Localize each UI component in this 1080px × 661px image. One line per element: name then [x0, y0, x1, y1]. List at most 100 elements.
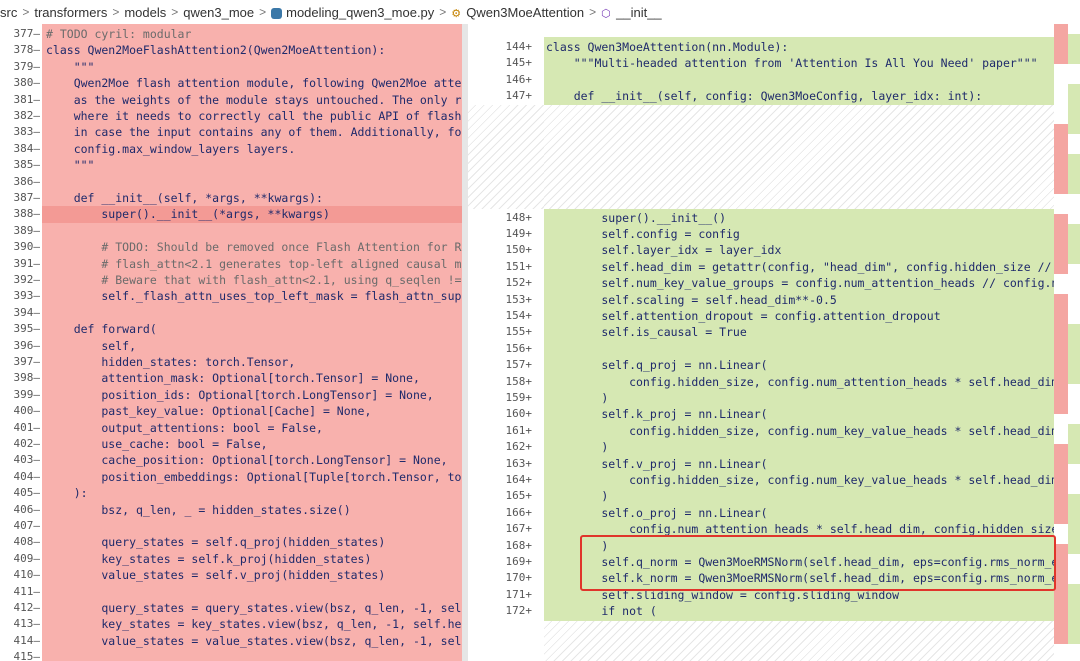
code-line[interactable]: config.max_window_layers layers.	[46, 141, 296, 157]
code-line[interactable]: as the weights of the module stays untou…	[46, 92, 462, 108]
class-icon: ⚙	[451, 7, 462, 20]
overview-ruler[interactable]	[1054, 24, 1080, 661]
code-line[interactable]: if not (	[546, 603, 656, 619]
code-line[interactable]: super().__init__(*args, **kwargs)	[46, 206, 330, 222]
line-number: 407—	[13, 519, 41, 532]
code-line[interactable]: self.k_proj = nn.Linear(	[546, 406, 767, 422]
line-number: 385—	[13, 158, 41, 172]
code-line[interactable]: def forward(	[46, 321, 157, 337]
code-line[interactable]: def __init__(self, *args, **kwargs):	[46, 190, 323, 206]
line-number: 398—	[13, 371, 41, 385]
code-line[interactable]: query_states = self.q_proj(hidden_states…	[46, 534, 385, 550]
line-number: 386—	[13, 174, 41, 188]
line-number: 391—	[13, 256, 41, 270]
code-line[interactable]: hidden_states: torch.Tensor,	[46, 354, 295, 370]
code-line[interactable]: # TODO: Should be removed once Flash Att…	[46, 239, 462, 255]
line-number: 388—	[13, 207, 41, 221]
code-line[interactable]: where it needs to correctly call the pub…	[46, 108, 462, 124]
python-file-icon	[271, 7, 283, 19]
code-line[interactable]: config.hidden_size, config.num_key_value…	[546, 423, 1054, 439]
breadcrumb-separator: >	[22, 5, 30, 19]
line-number: 163+	[505, 456, 533, 470]
code-line[interactable]: use_cache: bool = False,	[46, 436, 267, 452]
code-line[interactable]: key_states = key_states.view(bsz, q_len,…	[46, 616, 462, 632]
breadcrumb-separator: >	[439, 5, 447, 19]
code-line[interactable]: )	[546, 439, 608, 455]
breadcrumb-item-method[interactable]: __init__	[616, 5, 662, 20]
code-line[interactable]: value_states = value_states.view(bsz, q_…	[46, 633, 462, 649]
code-line[interactable]: # TODO cyril: modular	[46, 26, 191, 42]
diff-filler-region	[544, 104, 1054, 209]
breadcrumb-separator: >	[112, 5, 120, 19]
breadcrumb-item-file[interactable]: modeling_qwen3_moe.py	[286, 5, 434, 20]
code-line[interactable]: self.config = config	[546, 226, 740, 242]
breadcrumb-item-transformers[interactable]: transformers	[34, 5, 107, 20]
line-number: 404—	[13, 469, 41, 483]
code-line[interactable]: config.hidden_size, config.num_attention…	[546, 374, 1054, 390]
line-number: 389—	[13, 223, 41, 237]
code-line[interactable]: self.v_proj = nn.Linear(	[546, 456, 767, 472]
code-line[interactable]: class Qwen2MoeFlashAttention2(Qwen2MoeAt…	[46, 42, 385, 58]
code-line[interactable]: key_states = self.k_proj(hidden_states)	[46, 551, 371, 567]
line-number: 414—	[13, 633, 41, 647]
code-line[interactable]: value_states = self.v_proj(hidden_states…	[46, 567, 385, 583]
line-number: 164+	[505, 473, 533, 486]
code-line[interactable]: past_key_value: Optional[Cache] = None,	[46, 403, 371, 419]
line-number: 161+	[505, 423, 533, 437]
line-number: 401—	[13, 420, 41, 434]
line-number: 144+	[505, 40, 533, 53]
code-line[interactable]: # Beware that with flash_attn<2.1, using…	[46, 272, 462, 288]
code-line[interactable]: """	[46, 157, 95, 173]
ruler-change-mark	[1068, 494, 1080, 554]
code-line[interactable]: """	[46, 59, 95, 75]
line-number: 378—	[13, 43, 41, 57]
code-line[interactable]: config.hidden_size, config.num_key_value…	[546, 472, 1054, 488]
code-line[interactable]: # flash_attn<2.1 generates top-left alig…	[46, 256, 462, 272]
line-number: 158+	[505, 374, 533, 388]
code-line[interactable]: position_embeddings: Optional[Tuple[torc…	[46, 469, 462, 485]
diff-filler-region-bottom	[544, 620, 1054, 661]
code-line[interactable]: cache_position: Optional[torch.LongTenso…	[46, 452, 447, 468]
code-line[interactable]: self.attention_dropout = config.attentio…	[546, 308, 940, 324]
line-number: 149+	[505, 227, 533, 240]
code-line[interactable]: attention_mask: Optional[torch.Tensor] =…	[46, 370, 420, 386]
diff-filler-gutter	[468, 104, 544, 209]
code-line[interactable]: def __init__(self, config: Qwen3MoeConfi…	[546, 88, 983, 104]
breadcrumb-item-qwen3-moe[interactable]: qwen3_moe	[183, 5, 254, 20]
line-number: 168+	[505, 538, 533, 552]
line-number: 159+	[505, 391, 533, 404]
code-line[interactable]: self._flash_attn_uses_top_left_mask = fl…	[46, 288, 462, 304]
code-line[interactable]: )	[546, 488, 608, 504]
code-line[interactable]: """Multi-headed attention from 'Attentio…	[546, 55, 1038, 71]
line-number: 403—	[13, 453, 41, 467]
left-diff-pane[interactable]: 377— # TODO cyril: modular 378— class Qwen2…	[0, 24, 462, 661]
code-line[interactable]: ):	[46, 485, 88, 501]
code-line[interactable]: class Qwen3MoeAttention(nn.Module):	[546, 39, 788, 55]
ruler-change-mark	[1068, 154, 1080, 194]
code-line[interactable]: position_ids: Optional[torch.LongTensor]…	[46, 387, 433, 403]
code-line[interactable]: in case the input contains any of them. …	[46, 124, 462, 140]
ruler-change-mark	[1054, 124, 1068, 194]
breadcrumb-item-models[interactable]: models	[124, 5, 166, 20]
code-line[interactable]: self.o_proj = nn.Linear(	[546, 505, 767, 521]
code-line[interactable]: self.head_dim = getattr(config, "head_di…	[546, 259, 1054, 275]
code-line[interactable]: self.scaling = self.head_dim**-0.5	[546, 292, 836, 308]
line-number: 172+	[505, 604, 533, 618]
code-line[interactable]: self.layer_idx = layer_idx	[546, 242, 781, 258]
code-line[interactable]: self.is_causal = True	[546, 324, 746, 340]
line-number: 150+	[505, 243, 533, 257]
code-line[interactable]: super().__init__()	[546, 210, 726, 226]
code-line[interactable]: Qwen2Moe flash attention module, followi…	[46, 75, 462, 91]
code-line[interactable]: query_states = query_states.view(bsz, q_…	[46, 600, 462, 616]
breadcrumb-item-src[interactable]: src	[0, 5, 17, 20]
line-number: 151+	[505, 259, 533, 273]
code-line[interactable]: )	[546, 390, 608, 406]
code-line[interactable]: self.num_key_value_groups = config.num_a…	[546, 275, 1054, 291]
code-line[interactable]: output_attentions: bool = False,	[46, 420, 323, 436]
code-line[interactable]: self,	[46, 338, 136, 354]
breadcrumb-item-class[interactable]: Qwen3MoeAttention	[466, 5, 584, 20]
line-number: 154+	[505, 309, 533, 322]
code-line[interactable]: bsz, q_len, _ = hidden_states.size()	[46, 502, 350, 518]
line-number: 379—	[13, 59, 41, 73]
code-line[interactable]: self.q_proj = nn.Linear(	[546, 357, 767, 373]
